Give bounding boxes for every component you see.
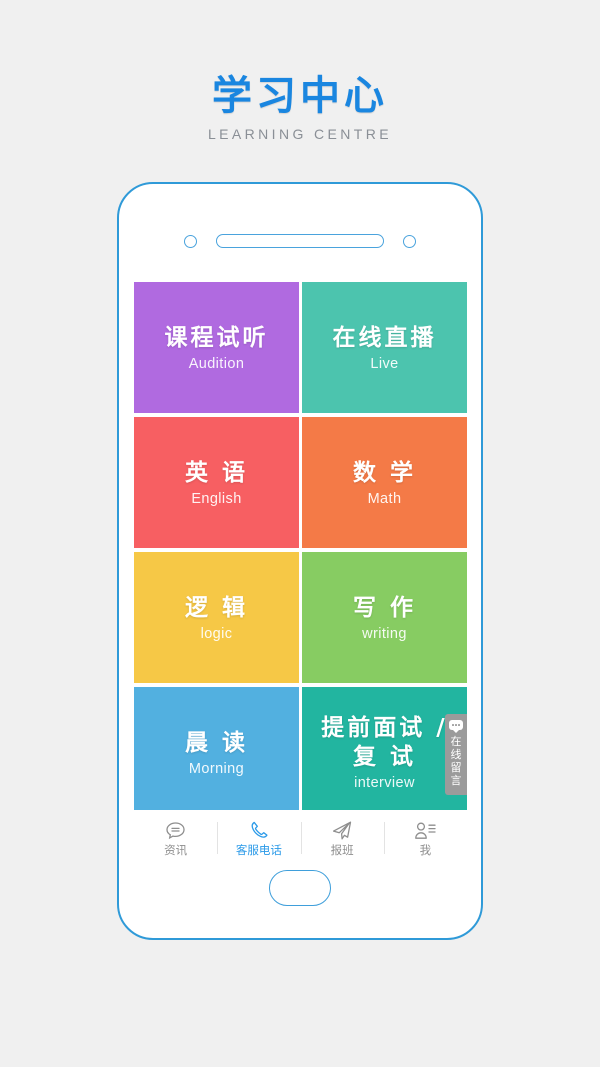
brand-title-cn: 学习中心	[212, 73, 388, 119]
tile-title-en: English	[191, 491, 242, 507]
tile-math[interactable]: 数 学 Math	[302, 417, 467, 548]
chat-bubble-icon	[449, 720, 463, 733]
nav-label: 资讯	[164, 842, 188, 857]
tile-logic[interactable]: 逻 辑 logic	[134, 552, 299, 683]
brand-title-en: LEARNING CENTRE	[207, 126, 393, 142]
phone-top-bar	[119, 230, 481, 252]
tile-audition[interactable]: 课程试听 Audition	[134, 282, 299, 413]
tile-interview[interactable]: 提前面试 / 复 试 interview	[302, 687, 467, 818]
paper-plane-icon	[331, 820, 353, 842]
tile-title-en: Morning	[188, 761, 245, 777]
tile-title-cn: 写 作	[352, 595, 416, 621]
tile-title-cn: 晨 读	[184, 730, 248, 756]
tile-title-cn: 数 学	[352, 460, 416, 486]
tile-title-en: Live	[370, 356, 399, 372]
phone-screen: 课程试听 Audition 在线直播 Live 英 语 English 数 学 …	[134, 282, 467, 866]
phone-icon	[248, 820, 269, 842]
speaker-bar-icon	[216, 234, 384, 248]
tile-title-cn: 提前面试 / 复 试	[321, 715, 448, 770]
tile-title-en: logic	[200, 626, 233, 642]
page-header: 学习中心 LEARNING CENTRE	[0, 72, 600, 142]
home-button[interactable]	[269, 870, 331, 906]
phone-mockup: 课程试听 Audition 在线直播 Live 英 语 English 数 学 …	[117, 182, 483, 940]
tile-title-en: interview	[354, 775, 415, 791]
tile-title-en: Math	[367, 491, 402, 507]
nav-item-enroll[interactable]: 报班	[300, 818, 384, 858]
tile-title-en: Audition	[188, 356, 245, 372]
tile-english[interactable]: 英 语 English	[134, 417, 299, 548]
app-preview-page: 学习中心 LEARNING CENTRE 课程试听 Audition 在线直播 …	[0, 0, 600, 1067]
bottom-navigation: 资讯 客服电话 报班 我	[134, 810, 467, 866]
nav-item-profile[interactable]: 我	[383, 818, 467, 858]
tile-title-cn: 课程试听	[164, 325, 269, 351]
nav-label: 我	[419, 842, 432, 857]
tile-title-cn: 在线直播	[332, 325, 437, 351]
nav-item-service-phone[interactable]: 客服电话	[217, 818, 300, 858]
online-message-label: 在线留言	[450, 735, 462, 787]
tile-title-cn: 英 语	[184, 460, 248, 486]
nav-item-news[interactable]: 资讯	[134, 818, 217, 858]
chat-bubble-icon	[165, 820, 186, 842]
nav-label: 报班	[330, 842, 354, 857]
tile-grid: 课程试听 Audition 在线直播 Live 英 语 English 数 学 …	[134, 282, 467, 818]
online-message-tab[interactable]: 在线留言	[445, 714, 467, 795]
person-icon	[414, 820, 437, 842]
camera-dot-icon	[184, 234, 197, 248]
tile-live[interactable]: 在线直播 Live	[302, 282, 467, 413]
sensor-dot-icon	[403, 234, 416, 248]
nav-label: 客服电话	[235, 842, 282, 857]
tile-writing[interactable]: 写 作 writing	[302, 552, 467, 683]
tile-title-en: writing	[362, 626, 407, 642]
tile-title-cn: 逻 辑	[184, 595, 248, 621]
tile-morning[interactable]: 晨 读 Morning	[134, 687, 299, 818]
